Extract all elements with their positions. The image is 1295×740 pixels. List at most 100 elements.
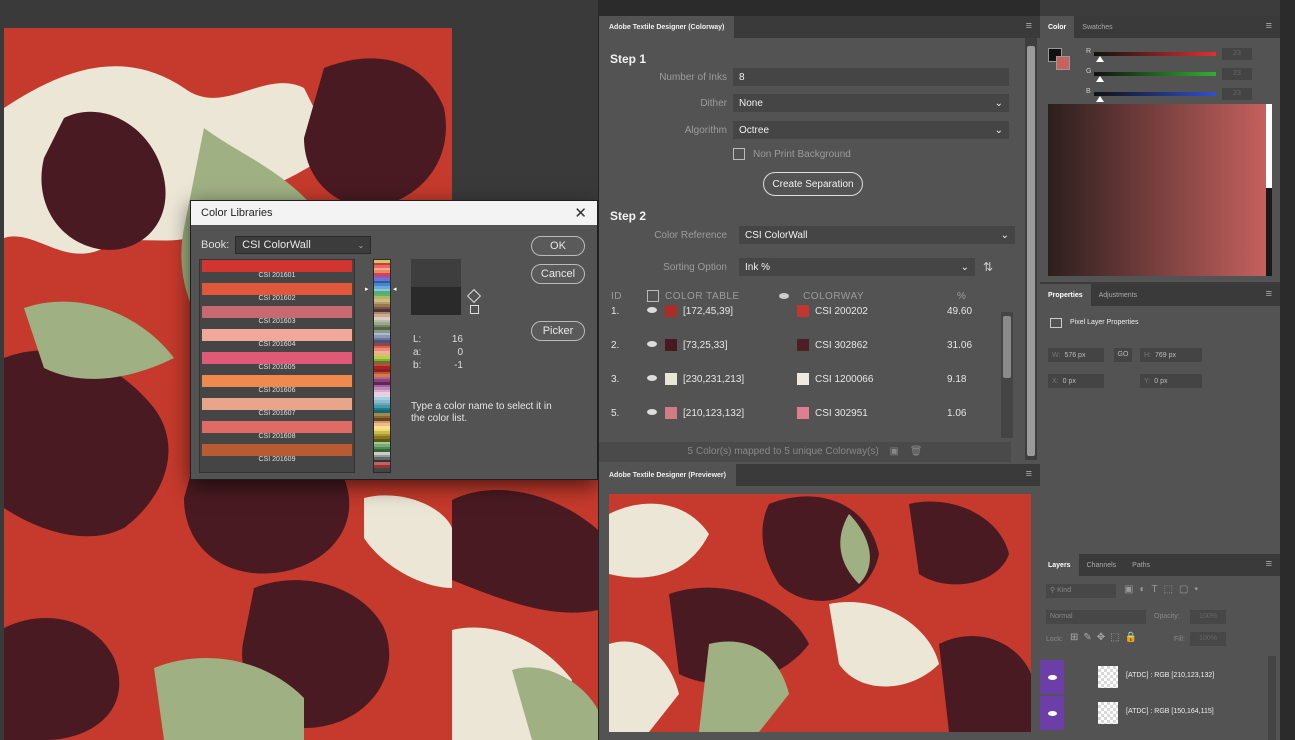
layer-visibility-toggle[interactable]: [1040, 660, 1064, 694]
table-row[interactable]: 1. [172,45,39] CSI 200202 49.60: [599, 296, 1011, 330]
color-panel[interactable]: Color Swatches ≡ R 23 G 23 B 23: [1040, 16, 1280, 282]
green-slider[interactable]: G 23: [1086, 68, 1276, 86]
textile-designer-colorway-panel[interactable]: Adobe Textile Designer (Colorway) ≡ Step…: [598, 16, 1040, 464]
cube-icon[interactable]: [466, 288, 482, 304]
table-row[interactable]: 3. [230,231,213] CSI 1200066 9.18: [599, 364, 1011, 398]
color-ramp[interactable]: [1048, 104, 1272, 276]
sort-order-icon[interactable]: ⇅: [983, 260, 993, 274]
properties-panel[interactable]: Properties Adjustments ≡ Pixel Layer Pro…: [1040, 284, 1280, 554]
y-field[interactable]: Y: 0 px: [1140, 374, 1202, 388]
nonprint-checkbox[interactable]: [733, 148, 745, 160]
lock-icons[interactable]: ⊞✎✥⬚🔒: [1070, 632, 1142, 643]
background-color-swatch[interactable]: [1056, 56, 1070, 70]
swatch-list[interactable]: CSI 201601 CSI 201602 CSI 201603 CSI 201604…: [199, 259, 355, 473]
red-value[interactable]: 23: [1222, 48, 1252, 60]
tab-swatches[interactable]: Swatches: [1074, 16, 1120, 38]
inks-input[interactable]: 8: [733, 68, 1009, 86]
create-separation-button[interactable]: Create Separation: [763, 172, 863, 196]
colorway-name[interactable]: CSI 302951: [815, 408, 868, 419]
panel-menu-icon[interactable]: ≡: [1266, 20, 1272, 32]
layer-row[interactable]: [ATDC] : RGB [210,123,132]: [1040, 660, 1272, 694]
panel-scrollbar-thumb[interactable]: [1027, 46, 1035, 456]
table-row[interactable]: 5. [210,123,132] CSI 302951 1.06: [599, 398, 1011, 432]
panel-scrollbar[interactable]: [1025, 38, 1037, 460]
swatch-item[interactable]: CSI 201603: [200, 306, 354, 326]
width-field[interactable]: W: 576 px: [1048, 348, 1104, 362]
tab-colorway[interactable]: Adobe Textile Designer (Colorway): [599, 16, 735, 38]
dither-select[interactable]: None ⌄: [733, 94, 1009, 112]
colorref-select[interactable]: CSI ColorWall ⌄: [739, 226, 1015, 244]
swatch-item[interactable]: CSI 201606: [200, 375, 354, 395]
tab-properties[interactable]: Properties: [1040, 284, 1091, 306]
swatch-item[interactable]: CSI 201602: [200, 283, 354, 303]
tab-previewer[interactable]: Adobe Textile Designer (Previewer): [599, 464, 736, 486]
blue-value[interactable]: 23: [1222, 88, 1252, 100]
red-thumb[interactable]: [1096, 56, 1104, 62]
swatch-item[interactable]: CSI 201601: [200, 260, 354, 280]
swatch-item[interactable]: CSI 201607: [200, 398, 354, 418]
fill-field[interactable]: 100%: [1190, 632, 1226, 646]
green-value[interactable]: 23: [1222, 68, 1252, 80]
websafe-square-icon[interactable]: [470, 305, 479, 314]
tab-channels[interactable]: Channels: [1079, 554, 1125, 576]
x-field[interactable]: X: 0 px: [1048, 374, 1104, 388]
colorway-name[interactable]: CSI 302862: [815, 340, 868, 351]
table-row[interactable]: 2. [73,25,33] CSI 302862 31.06: [599, 330, 1011, 364]
layers-scrollbar[interactable]: [1268, 656, 1276, 740]
swatch-item[interactable]: CSI 201605: [200, 352, 354, 372]
layer-visibility-toggle[interactable]: [1040, 696, 1064, 730]
tab-paths[interactable]: Paths: [1124, 554, 1158, 576]
panel-menu-icon[interactable]: ≡: [1026, 20, 1032, 32]
opacity-field[interactable]: 100%: [1190, 610, 1226, 624]
link-icon[interactable]: GO: [1114, 348, 1132, 362]
layer-filter-input[interactable]: ⚲ Kind: [1046, 584, 1116, 598]
panel-menu-icon[interactable]: ≡: [1026, 468, 1032, 480]
tab-layers[interactable]: Layers: [1040, 554, 1079, 576]
textile-designer-previewer-panel[interactable]: Adobe Textile Designer (Previewer) ≡: [598, 464, 1040, 740]
green-track[interactable]: [1094, 72, 1216, 76]
ok-button[interactable]: OK: [531, 236, 585, 256]
colorway-chip[interactable]: [797, 407, 809, 419]
sorting-select[interactable]: Ink % ⌄: [739, 258, 975, 276]
close-icon[interactable]: ✕: [574, 204, 587, 222]
new-swatch-icon[interactable]: ▣: [890, 446, 899, 457]
layers-panel[interactable]: Layers Channels Paths ≡ ⚲ Kind ▣◐T⬚▢• No…: [1040, 554, 1280, 740]
blend-mode-select[interactable]: Normal: [1046, 610, 1146, 624]
picker-button[interactable]: Picker: [531, 321, 585, 341]
book-select[interactable]: CSI ColorWall ⌄: [235, 236, 372, 254]
colorway-chip[interactable]: [797, 305, 809, 317]
panel-menu-icon[interactable]: ≡: [1266, 558, 1272, 570]
dialog-titlebar[interactable]: Color Libraries ✕: [191, 201, 597, 225]
algorithm-select[interactable]: Octree ⌄: [733, 121, 1009, 139]
eye-icon[interactable]: [647, 307, 657, 313]
table-scrollbar[interactable]: [1001, 312, 1013, 438]
table-scrollbar-thumb[interactable]: [1003, 316, 1011, 378]
red-track[interactable]: [1094, 52, 1216, 56]
eye-icon[interactable]: [647, 409, 657, 415]
swatch-item[interactable]: CSI 201608: [200, 421, 354, 441]
layer-row[interactable]: [ATDC] : RGB [150,164,115]: [1040, 696, 1272, 730]
layer-filter-icons[interactable]: ▣◐T⬚▢•: [1124, 584, 1204, 595]
cancel-button[interactable]: Cancel: [531, 264, 585, 284]
layer-name[interactable]: [ATDC] : RGB [210,123,132]: [1126, 672, 1214, 679]
swatch-item[interactable]: CSI 201604: [200, 329, 354, 349]
pattern-preview[interactable]: [609, 494, 1031, 732]
height-field[interactable]: H: 769 px: [1140, 348, 1202, 362]
color-spectrum-slider[interactable]: [373, 259, 391, 473]
blue-thumb[interactable]: [1096, 96, 1104, 102]
colorway-name[interactable]: CSI 200202: [815, 306, 868, 317]
colorway-chip[interactable]: [797, 339, 809, 351]
colorway-name[interactable]: CSI 1200066: [815, 374, 873, 385]
eye-icon[interactable]: [647, 375, 657, 381]
layer-name[interactable]: [ATDC] : RGB [150,164,115]: [1126, 708, 1214, 715]
panel-menu-icon[interactable]: ≡: [1266, 288, 1272, 300]
tab-color[interactable]: Color: [1040, 16, 1075, 38]
colorway-chip[interactable]: [797, 373, 809, 385]
red-slider[interactable]: R 23: [1086, 48, 1276, 66]
trash-icon[interactable]: 🗑: [910, 446, 923, 457]
swatch-item[interactable]: CSI 201609: [200, 444, 354, 464]
eye-icon[interactable]: [647, 341, 657, 347]
blue-track[interactable]: [1094, 92, 1216, 96]
tab-adjustments[interactable]: Adjustments: [1091, 284, 1146, 306]
color-libraries-dialog[interactable]: Color Libraries ✕ Book: CSI ColorWall ⌄ …: [190, 200, 598, 480]
